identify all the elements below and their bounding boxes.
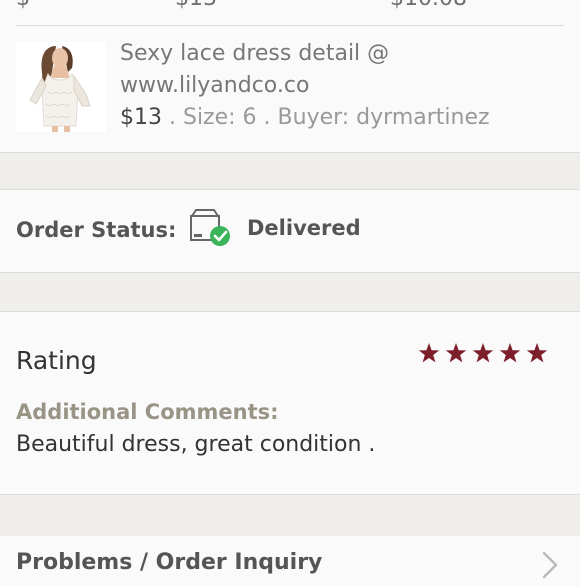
delivered-box-check-icon [190,209,230,246]
dress-photo-icon [16,42,106,132]
listing-thumbnail[interactable] [16,42,106,132]
rating-section: Rating Additional Comments: Beautiful dr… [0,312,580,494]
section-spacer [0,494,580,538]
listing-price: $13 [120,105,162,130]
star-icon [526,343,548,363]
star-icon [472,343,494,363]
order-status-label: Order Status: [16,218,177,242]
star-icon [445,343,467,363]
additional-comments-text: Beautiful dress, great condition . [16,432,376,457]
meta-separator: . [162,105,183,130]
order-status-value: Delivered [247,216,361,240]
section-spacer [0,152,580,190]
price-fragment-right: $10.08 [390,0,467,11]
order-inquiry-label: Problems / Order Inquiry [16,550,323,575]
chevron-right-icon [542,551,558,579]
listing-description: Sexy lace dress detail @ www.lilyandco.c… [120,38,564,134]
order-inquiry-row[interactable]: Problems / Order Inquiry [0,536,580,586]
price-fragment-middle: $13 [175,0,217,11]
rating-label: Rating [16,346,97,375]
star-icon [418,343,440,363]
price-fragment-left: $ [16,0,30,11]
listing-item-card[interactable]: Sexy lace dress detail @ www.lilyandco.c… [0,26,580,153]
order-detail-screen: $ $13 $10.08 [0,0,580,586]
listing-title-line2: www.lilyandco.co [120,73,310,98]
listing-buyer: Buyer: dyrmartinez [277,105,490,130]
section-spacer [0,272,580,312]
listing-size: Size: 6 [182,105,257,130]
listing-title-line1: Sexy lace dress detail @ [120,41,390,66]
order-status-row: Order Status: Delivered [0,190,580,272]
rating-stars [418,343,548,363]
star-icon [499,343,521,363]
price-summary-row: $ $13 $10.08 [0,0,580,26]
listing-meta: $13 . Size: 6 . Buyer: dyrmartinez [120,102,564,134]
additional-comments-label: Additional Comments: [16,400,279,424]
meta-separator: . [256,105,278,130]
